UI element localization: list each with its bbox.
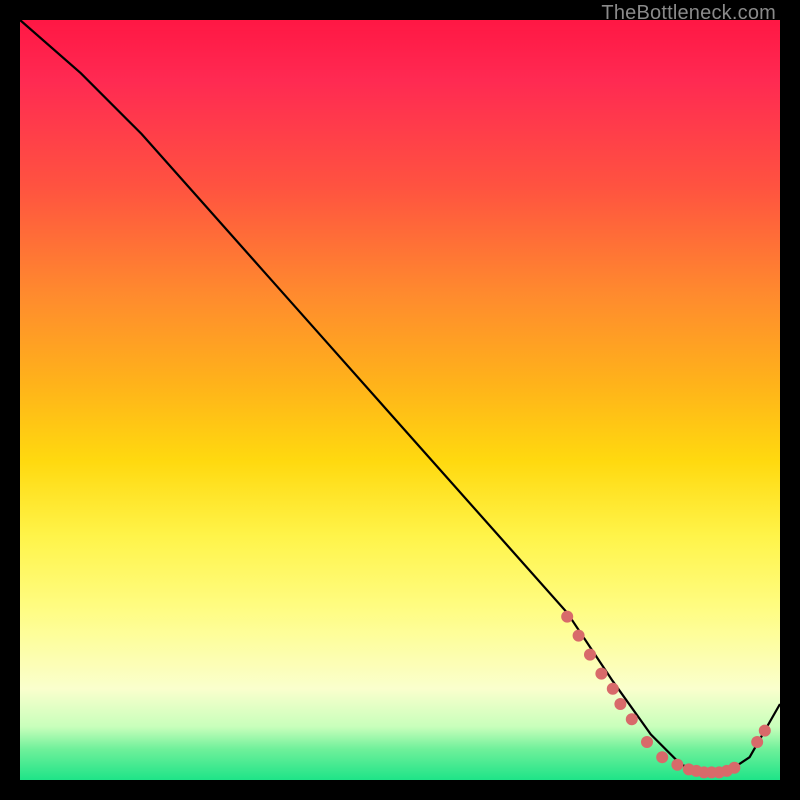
plot-area [20,20,780,780]
curve-line [20,20,780,772]
marker-dot [656,751,668,763]
chart-frame: TheBottleneck.com [0,0,800,800]
marker-dot [759,725,771,737]
marker-dot [728,762,740,774]
marker-dot [641,736,653,748]
chart-svg [20,20,780,780]
marker-dot [595,668,607,680]
marker-dot [626,713,638,725]
marker-dot [573,630,585,642]
marker-dot [607,683,619,695]
marker-dot [614,698,626,710]
marker-dot [751,736,763,748]
marker-dot [671,759,683,771]
marker-dot [584,649,596,661]
curve-markers [561,611,771,779]
marker-dot [561,611,573,623]
